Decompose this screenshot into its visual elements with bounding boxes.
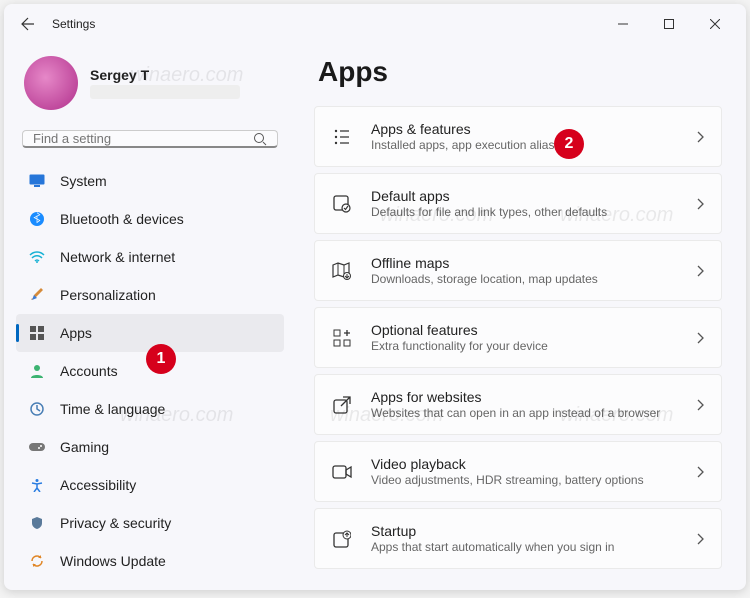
map-icon — [331, 260, 353, 282]
page-title: Apps — [318, 56, 722, 88]
open-external-icon — [331, 394, 353, 416]
arrow-left-icon — [20, 16, 36, 32]
maximize-button[interactable] — [646, 8, 692, 40]
avatar — [24, 56, 78, 110]
card-video-playback[interactable]: Video playbackVideo adjustments, HDR str… — [314, 441, 722, 502]
sidebar-item-update[interactable]: Windows Update — [16, 542, 284, 580]
profile-block[interactable]: Sergey T — [16, 44, 284, 126]
chevron-right-icon — [697, 332, 705, 344]
card-default-apps[interactable]: Default appsDefaults for file and link t… — [314, 173, 722, 234]
apps-icon — [28, 324, 46, 342]
sidebar-item-privacy[interactable]: Privacy & security — [16, 504, 284, 542]
search-input[interactable] — [33, 131, 253, 146]
annotation-badge-2: 2 — [554, 129, 584, 159]
video-icon — [331, 461, 353, 483]
close-icon — [710, 19, 720, 29]
card-optional-features[interactable]: Optional featuresExtra functionality for… — [314, 307, 722, 368]
system-icon — [28, 172, 46, 190]
wifi-icon — [28, 248, 46, 266]
window-title: Settings — [52, 17, 95, 31]
nav-list: System Bluetooth & devices Network & int… — [16, 162, 284, 580]
card-subtitle: Websites that can open in an app instead… — [371, 406, 697, 420]
search-box[interactable] — [22, 130, 278, 148]
sidebar-item-label: System — [60, 173, 107, 189]
card-subtitle: Installed apps, app execution aliases — [371, 138, 697, 152]
default-apps-icon — [331, 193, 353, 215]
sidebar-item-label: Windows Update — [60, 553, 166, 569]
list-icon — [331, 126, 353, 148]
card-subtitle: Downloads, storage location, map updates — [371, 272, 697, 286]
sidebar-item-apps[interactable]: Apps — [16, 314, 284, 352]
back-button[interactable] — [12, 8, 44, 40]
card-title: Optional features — [371, 322, 697, 338]
shield-icon — [28, 514, 46, 532]
sidebar: Sergey T System Bluetooth & devices — [4, 44, 296, 590]
sidebar-item-label: Bluetooth & devices — [60, 211, 184, 227]
gaming-icon — [28, 438, 46, 456]
card-apps-websites[interactable]: Apps for websitesWebsites that can open … — [314, 374, 722, 435]
sidebar-item-personalization[interactable]: Personalization — [16, 276, 284, 314]
card-subtitle: Video adjustments, HDR streaming, batter… — [371, 473, 697, 487]
chevron-right-icon — [697, 131, 705, 143]
bluetooth-icon — [28, 210, 46, 228]
main-content: Apps Apps & featuresInstalled apps, app … — [296, 44, 746, 590]
sidebar-item-network[interactable]: Network & internet — [16, 238, 284, 276]
chevron-right-icon — [697, 198, 705, 210]
sidebar-item-system[interactable]: System — [16, 162, 284, 200]
clock-icon — [28, 400, 46, 418]
card-title: Apps & features — [371, 121, 697, 137]
sidebar-item-bluetooth[interactable]: Bluetooth & devices — [16, 200, 284, 238]
minimize-icon — [618, 19, 628, 29]
profile-email-placeholder — [90, 85, 240, 99]
update-icon — [28, 552, 46, 570]
card-startup[interactable]: StartupApps that start automatically whe… — [314, 508, 722, 569]
card-apps-features[interactable]: Apps & featuresInstalled apps, app execu… — [314, 106, 722, 167]
sidebar-item-label: Accessibility — [60, 477, 136, 493]
sidebar-item-label: Network & internet — [60, 249, 175, 265]
sidebar-item-accessibility[interactable]: Accessibility — [16, 466, 284, 504]
sidebar-item-label: Apps — [60, 325, 92, 341]
card-subtitle: Apps that start automatically when you s… — [371, 540, 697, 554]
card-subtitle: Defaults for file and link types, other … — [371, 205, 697, 219]
card-title: Video playback — [371, 456, 697, 472]
search-icon — [253, 132, 267, 146]
card-title: Apps for websites — [371, 389, 697, 405]
minimize-button[interactable] — [600, 8, 646, 40]
person-icon — [28, 362, 46, 380]
sidebar-item-time[interactable]: Time & language — [16, 390, 284, 428]
card-title: Default apps — [371, 188, 697, 204]
card-title: Startup — [371, 523, 697, 539]
startup-icon — [331, 528, 353, 550]
titlebar: Settings — [4, 4, 746, 44]
profile-name: Sergey T — [90, 67, 240, 83]
annotation-badge-1: 1 — [146, 344, 176, 374]
sidebar-item-label: Personalization — [60, 287, 156, 303]
card-subtitle: Extra functionality for your device — [371, 339, 697, 353]
paintbrush-icon — [28, 286, 46, 304]
chevron-right-icon — [697, 533, 705, 545]
settings-window: Settings Sergey T S — [4, 4, 746, 590]
close-button[interactable] — [692, 8, 738, 40]
card-title: Offline maps — [371, 255, 697, 271]
sidebar-item-label: Gaming — [60, 439, 109, 455]
sidebar-item-gaming[interactable]: Gaming — [16, 428, 284, 466]
grid-plus-icon — [331, 327, 353, 349]
sidebar-item-label: Accounts — [60, 363, 118, 379]
card-offline-maps[interactable]: Offline mapsDownloads, storage location,… — [314, 240, 722, 301]
chevron-right-icon — [697, 466, 705, 478]
accessibility-icon — [28, 476, 46, 494]
maximize-icon — [664, 19, 674, 29]
sidebar-item-label: Time & language — [60, 401, 165, 417]
chevron-right-icon — [697, 399, 705, 411]
sidebar-item-label: Privacy & security — [60, 515, 171, 531]
chevron-right-icon — [697, 265, 705, 277]
